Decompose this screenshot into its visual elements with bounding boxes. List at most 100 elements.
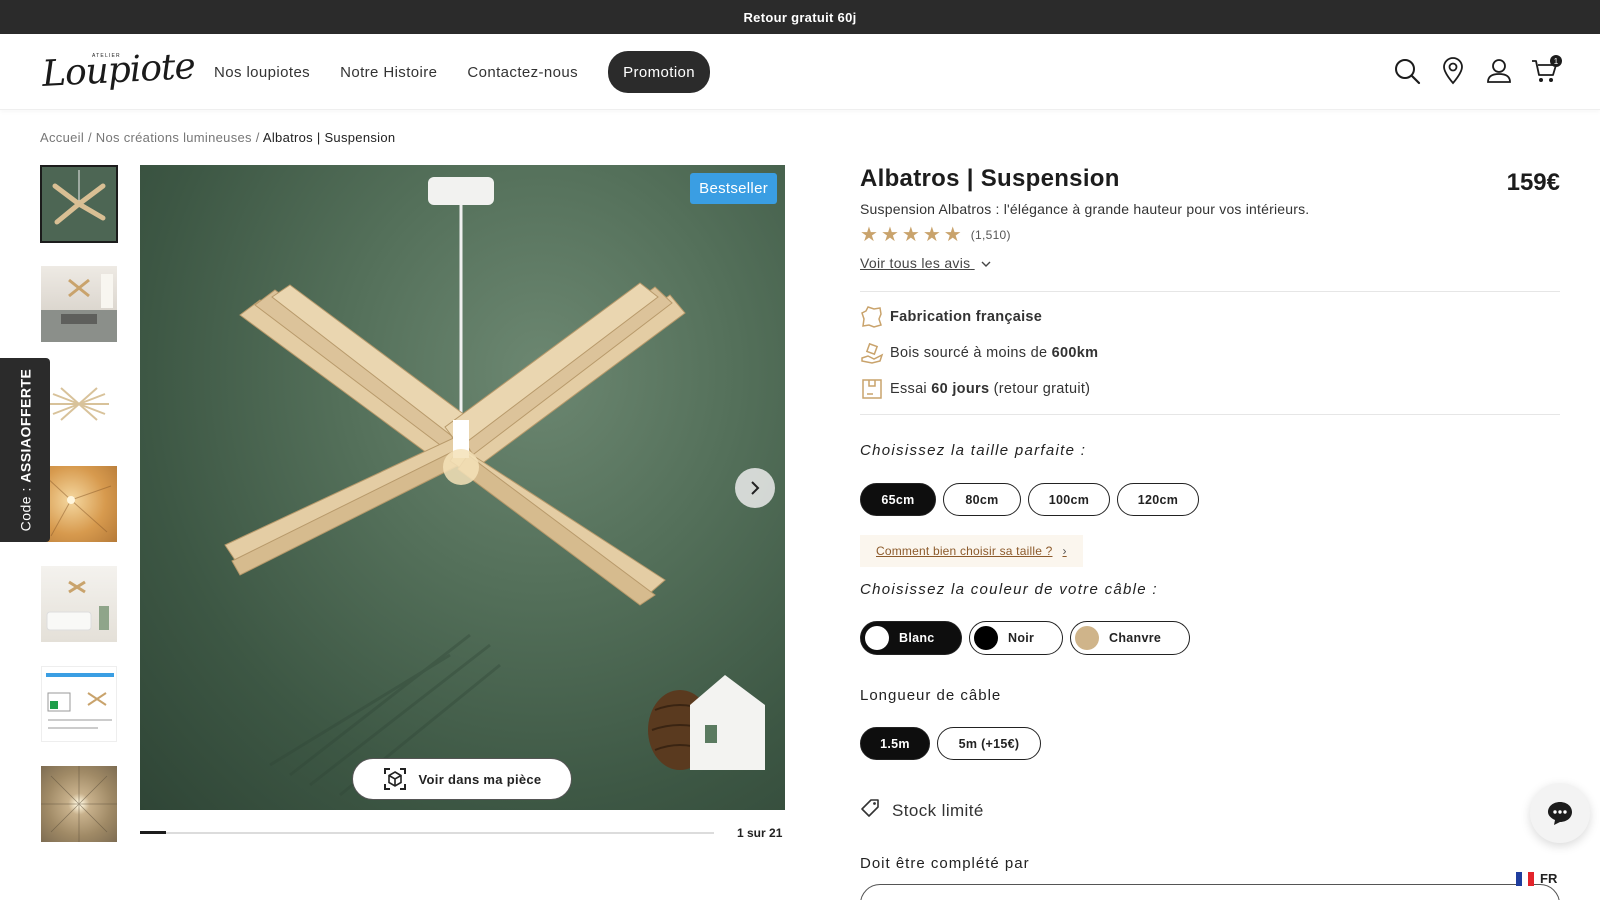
size-option[interactable]: 80cm <box>943 483 1021 516</box>
language-code: FR <box>1540 871 1558 886</box>
thumbnail[interactable] <box>41 366 117 442</box>
account-icon[interactable] <box>1484 56 1514 86</box>
cable-color-option[interactable]: Noir <box>969 621 1063 655</box>
stock-status: Stock limité <box>860 798 1560 823</box>
swatch-hemp <box>1075 626 1099 650</box>
size-option[interactable]: 65cm <box>860 483 936 516</box>
hand-wood-icon <box>860 341 884 365</box>
feature-bold: Fabrication française <box>890 309 1043 325</box>
chevron-right-icon <box>751 481 760 495</box>
search-icon[interactable] <box>1392 56 1422 86</box>
thumbnail-list <box>40 165 119 866</box>
breadcrumb-separator: / <box>255 130 260 145</box>
gallery-pager: 1 sur 21 <box>737 826 783 840</box>
size-section-title: Choisissez la taille parfaite : <box>860 442 1087 459</box>
rating-stars[interactable]: ★ ★ ★ ★ ★ (1,510) <box>860 225 1560 245</box>
size-option[interactable]: 100cm <box>1028 483 1110 516</box>
divider <box>860 291 1560 292</box>
swatch-white <box>865 626 889 650</box>
thumbnail[interactable] <box>41 266 117 342</box>
ar-cube-icon <box>383 768 406 790</box>
nav-item-promotion[interactable]: Promotion <box>608 51 711 93</box>
thumbnail[interactable] <box>40 165 118 243</box>
size-guide-link[interactable]: Comment bien choisir sa taille ? › <box>860 535 1083 567</box>
star-icon: ★ <box>922 224 941 246</box>
cable-length-option[interactable]: 1.5m <box>860 727 930 760</box>
promo-banner-text: Retour gratuit 60j <box>743 9 857 25</box>
header-icons: 1 <box>1376 55 1562 86</box>
chevron-down-icon <box>981 261 991 267</box>
promo-banner: Retour gratuit 60j <box>0 0 1600 34</box>
promo-code-tab[interactable]: Code : ASSIAOFFERTE <box>0 358 50 542</box>
cable-length-title: Longueur de câble <box>860 687 1002 704</box>
star-icon: ★ <box>943 224 962 246</box>
star-icon: ★ <box>860 224 878 246</box>
nav-item-contactez-nous[interactable]: Contactez-nous <box>467 64 578 81</box>
all-reviews-label: Voir tous les avis <box>860 255 971 271</box>
france-flag-icon <box>1516 871 1534 886</box>
breadcrumb-separator: / <box>87 130 92 145</box>
promo-code-prefix: Code : <box>17 482 34 532</box>
thumbnail[interactable] <box>41 666 117 742</box>
thumbnail[interactable] <box>41 766 117 842</box>
breadcrumb-home[interactable]: Accueil <box>40 130 84 145</box>
cart-icon[interactable]: 1 <box>1530 55 1562 86</box>
thumbnail[interactable] <box>41 566 117 642</box>
chat-button[interactable] <box>1530 783 1590 843</box>
tag-icon <box>860 798 880 823</box>
breadcrumb: Accueil / Nos créations lumineuses / Alb… <box>40 130 395 145</box>
france-map-icon <box>860 305 884 329</box>
chat-bubble-icon <box>1548 802 1572 825</box>
size-option[interactable]: 120cm <box>1117 483 1199 516</box>
language-selector[interactable]: FR <box>1516 871 1557 886</box>
completion-label: Doit être complété par <box>860 855 1030 872</box>
cable-length-options: 1.5m 5m (+15€) <box>860 727 1560 760</box>
chevron-right-icon: › <box>1062 544 1067 558</box>
feature-item: Essai 60 jours (retour gratuit) <box>860 371 1560 407</box>
nav-item-nos-loupiotes[interactable]: Nos loupiotes <box>214 64 310 81</box>
feature-item: Bois sourcé à moins de 600km <box>860 335 1560 371</box>
breadcrumb-current: Albatros | Suspension <box>262 130 396 145</box>
main-nav: Nos loupiotes Notre Histoire Contactez-n… <box>214 34 740 110</box>
divider <box>860 414 1560 415</box>
product-subtitle: Suspension Albatros : l'élégance à grand… <box>860 201 1310 217</box>
breadcrumb-category[interactable]: Nos créations lumineuses <box>96 130 252 145</box>
review-count: (1,510) <box>970 228 1011 242</box>
pendant-lamp-illustration <box>224 177 765 797</box>
cable-color-title: Choisissez la couleur de votre câble : <box>860 581 1158 598</box>
gallery-progress-bar <box>140 831 714 834</box>
gallery-progress-fill <box>140 831 166 834</box>
cart-count-badge: 1 <box>1550 55 1562 67</box>
location-pin-icon[interactable] <box>1438 56 1468 86</box>
bestseller-badge: Bestseller <box>690 173 777 204</box>
all-reviews-link[interactable]: Voir tous les avis <box>860 255 991 271</box>
size-guide-label: Comment bien choisir sa taille ? <box>876 544 1053 558</box>
promo-code-value: ASSIAOFFERTE <box>17 368 34 483</box>
feature-bold: 60 jours <box>931 381 990 397</box>
size-options: 65cm 80cm 100cm 120cm <box>860 483 1560 516</box>
star-icon: ★ <box>880 224 899 246</box>
feature-bold: 600km <box>1051 345 1099 361</box>
main-product-image[interactable]: Bestseller Voir dans ma pièce <box>140 165 785 810</box>
box-return-icon <box>860 377 884 401</box>
stock-label: Stock limité <box>892 800 984 820</box>
feature-item: Fabrication française <box>860 299 1560 335</box>
site-header: ATELIER Loupiote Nos loupiotes Notre His… <box>0 34 1600 110</box>
view-in-room-button[interactable]: Voir dans ma pièce <box>352 758 572 800</box>
feature-list: Fabrication française Bois sourcé à moin… <box>860 299 1560 407</box>
next-image-button[interactable] <box>735 468 775 508</box>
view-in-room-label: Voir dans ma pièce <box>418 771 542 787</box>
nav-item-notre-histoire[interactable]: Notre Histoire <box>340 64 437 81</box>
logo[interactable]: ATELIER Loupiote <box>41 44 196 100</box>
product-title: Albatros | Suspension <box>860 165 1120 192</box>
star-icon: ★ <box>901 224 920 246</box>
cable-color-option[interactable]: Blanc <box>860 621 962 655</box>
cable-length-option[interactable]: 5m (+15€) <box>937 727 1041 760</box>
cable-color-options: Blanc Noir Chanvre <box>860 621 1560 655</box>
swatch-black <box>974 626 998 650</box>
product-price: 159€ <box>1506 169 1560 196</box>
thumbnail[interactable] <box>41 466 117 542</box>
cable-color-option[interactable]: Chanvre <box>1070 621 1190 655</box>
logo-script-text: Loupiote <box>41 46 196 95</box>
completion-dropdown[interactable] <box>860 884 1560 900</box>
